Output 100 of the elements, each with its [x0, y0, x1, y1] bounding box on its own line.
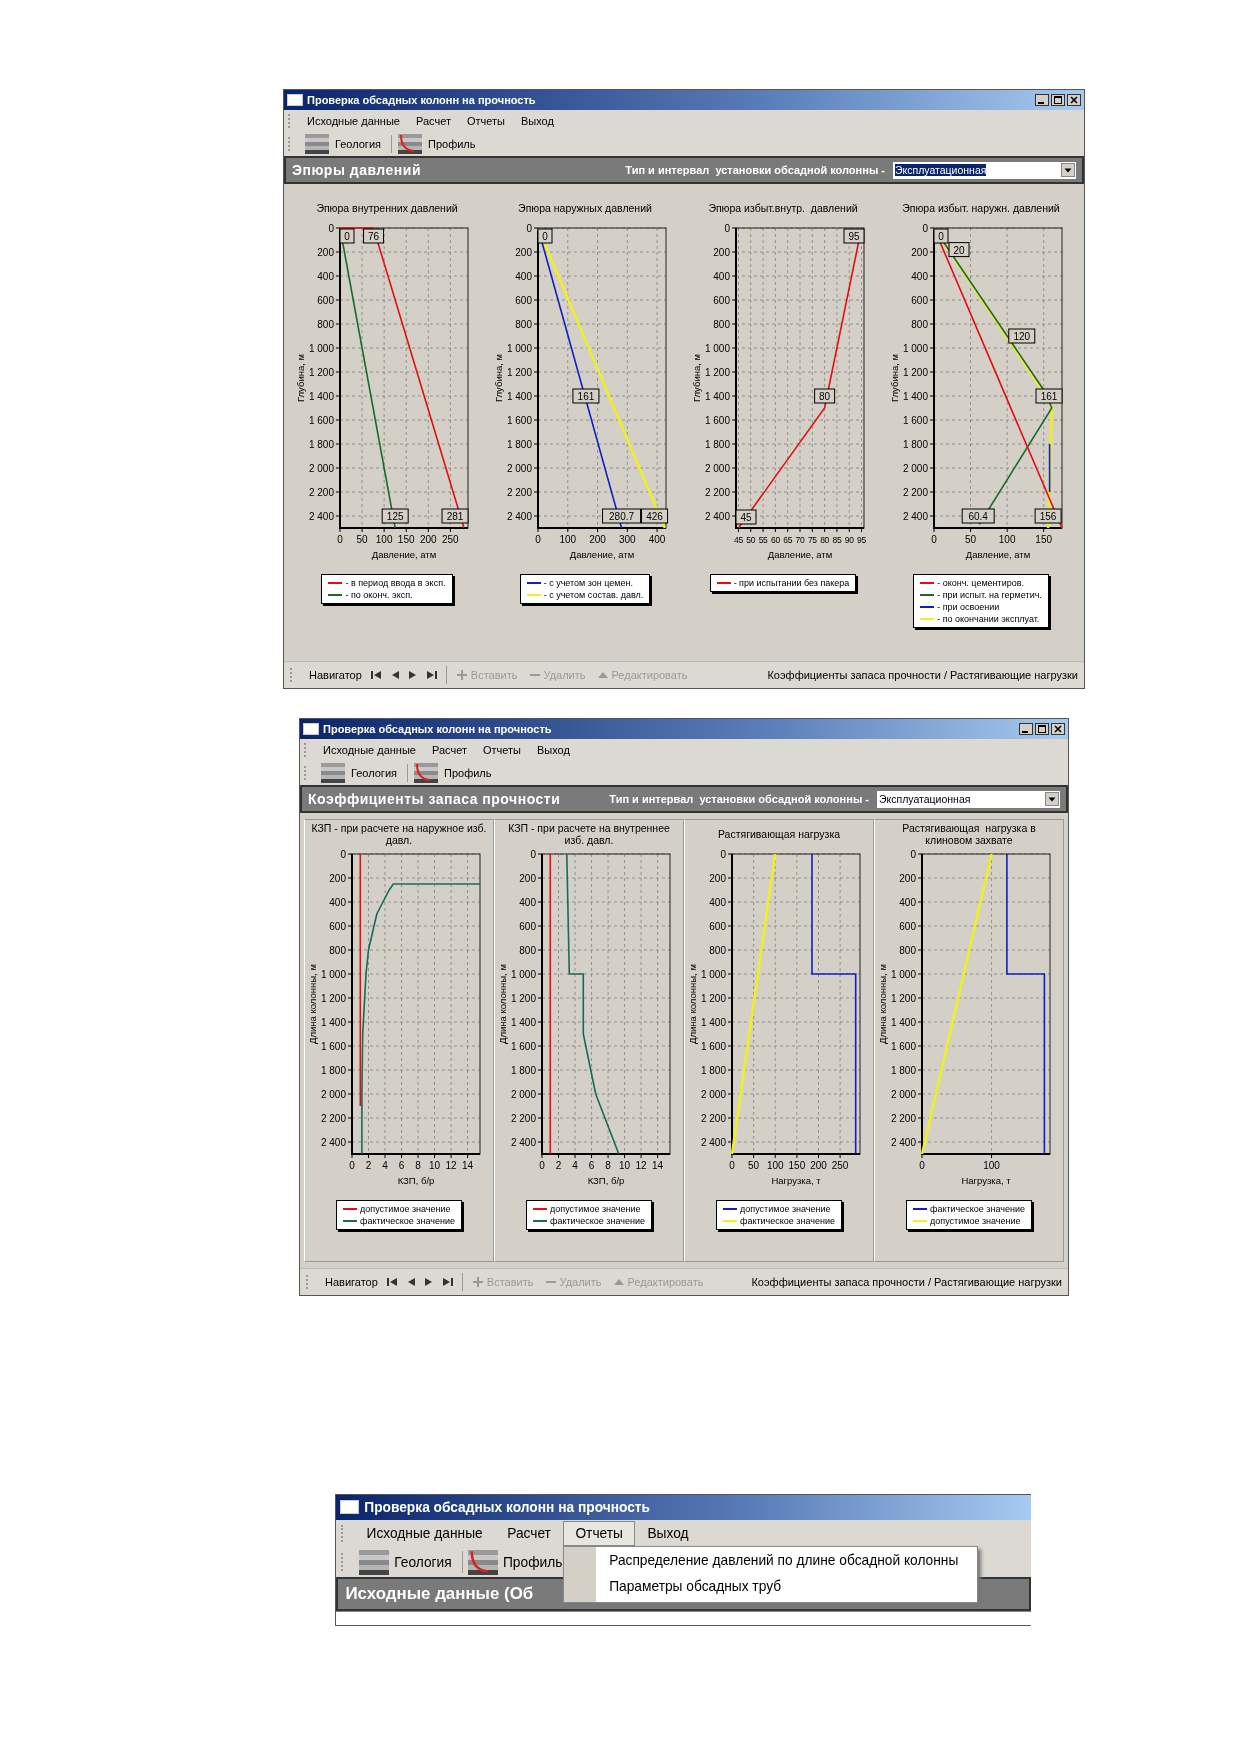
- tick-label: 6: [588, 1160, 595, 1171]
- section-title: Коэффициенты запаса прочности: [308, 791, 561, 807]
- tick-label: 1 200: [510, 992, 536, 1004]
- annotation: 0: [938, 231, 945, 242]
- tick-label: 14: [652, 1160, 664, 1171]
- tick-label: 1 200: [320, 992, 346, 1004]
- tick-label: 200: [911, 246, 928, 258]
- annotation: 120: [1013, 331, 1031, 342]
- tick-label: 2 000: [320, 1088, 346, 1100]
- axis-title: Нагрузка, т: [961, 1175, 1011, 1186]
- tick-label: 1 200: [506, 366, 532, 378]
- value-label: 0: [339, 228, 355, 244]
- tick-label: 600: [519, 920, 536, 932]
- tick-label: 1 000: [506, 342, 532, 354]
- tick-label: 1 600: [510, 1040, 536, 1052]
- tick-label: 2 200: [308, 486, 334, 498]
- tick-label: 2 000: [700, 1088, 726, 1100]
- tick-label: 1 400: [902, 390, 928, 402]
- axis-title: Глубина, м: [295, 353, 306, 403]
- axis-title: Нагрузка, т: [771, 1175, 821, 1186]
- axis-title: Глубина, м: [691, 353, 702, 403]
- tick-label: 0: [922, 222, 928, 234]
- tick-label: 1 400: [510, 1016, 536, 1028]
- value-label: 60.4: [961, 508, 995, 524]
- chart-title: КЗП - при расчете на наружное изб. давл.: [310, 821, 488, 848]
- tick-label: 1 800: [902, 438, 928, 450]
- tick-label: 14: [462, 1160, 474, 1171]
- tick-label: 400: [709, 896, 726, 908]
- tick-label: 2 200: [506, 486, 532, 498]
- tick-label: 1 200: [890, 992, 916, 1004]
- tick-label: 1 200: [902, 366, 928, 378]
- tick-label: 8: [605, 1160, 611, 1171]
- tick-label: 95: [857, 535, 866, 545]
- annotation: 280.7: [609, 511, 635, 522]
- tick-label: 800: [709, 944, 726, 956]
- tick-label: 400: [648, 534, 666, 545]
- tick-label: 150: [397, 534, 415, 545]
- field-label: Тип и интервал установки обсадной колонны -: [625, 164, 885, 176]
- annotation: 281: [446, 511, 464, 522]
- tick-label: 65: [783, 535, 793, 545]
- tick-label: 4: [382, 1160, 388, 1171]
- tick-label: 2 400: [704, 510, 730, 522]
- annotation: 60.4: [968, 511, 989, 522]
- legend-label: допустимое значение: [930, 1216, 1021, 1226]
- tick-label: 2 200: [700, 1112, 726, 1124]
- tick-label: 1 800: [510, 1064, 536, 1076]
- legend-label: фактическое значение: [740, 1216, 835, 1226]
- annotation: 76: [367, 231, 380, 242]
- tick-label: 200: [709, 872, 726, 884]
- tick-label: 2 000: [506, 462, 532, 474]
- axis-title: Глубина, м: [493, 353, 504, 403]
- tick-label: 0: [340, 848, 346, 860]
- navigator-label: Навигатор: [309, 669, 362, 681]
- tick-label: 2 200: [902, 486, 928, 498]
- value-label: 95: [843, 228, 865, 244]
- legend-label: фактическое значение: [550, 1216, 645, 1226]
- tick-label: 1 200: [700, 992, 726, 1004]
- tick-label: 1 800: [704, 438, 730, 450]
- tick-label: 1 600: [902, 414, 928, 426]
- annotation: 0: [542, 231, 549, 242]
- tick-label: 2 400: [700, 1136, 726, 1148]
- value-label: 281: [441, 508, 469, 524]
- tick-label: 1 000: [320, 968, 346, 980]
- tick-label: 800: [911, 318, 928, 330]
- tick-label: 1 000: [308, 342, 334, 354]
- chart-title: Эпюра наружных давлений: [517, 201, 653, 216]
- tick-label: 12: [635, 1160, 647, 1171]
- tick-label: 50: [748, 1160, 760, 1171]
- value-label: 80: [814, 388, 836, 404]
- value-label: 0: [537, 228, 553, 244]
- value-label: 20: [948, 242, 970, 258]
- tick-label: 400: [899, 896, 916, 908]
- tick-label: 0: [530, 848, 536, 860]
- tick-label: 200: [329, 872, 346, 884]
- tick-label: 200: [515, 246, 532, 258]
- value-label: 280.7: [602, 508, 642, 524]
- tick-label: 1 800: [308, 438, 334, 450]
- legend-label: - оконч. цементиров.: [937, 578, 1024, 588]
- legend-label: - при испыт. на герметич.: [937, 590, 1042, 600]
- tick-label: 600: [317, 294, 334, 306]
- value-label: 45: [735, 509, 757, 525]
- axis-title: Глубина, м: [889, 353, 900, 403]
- legend-label: - с учетом зон цемен.: [543, 578, 634, 588]
- annotation: 20: [953, 244, 965, 256]
- tick-label: 200: [899, 872, 916, 884]
- tick-label: 1 600: [700, 1040, 726, 1052]
- tick-label: 85: [832, 535, 842, 545]
- tick-label: 100: [998, 534, 1016, 545]
- tick-label: 1 000: [890, 968, 916, 980]
- tick-label: 800: [329, 944, 346, 956]
- chart-title: Эпюра избыт.внутр. давлений: [707, 201, 859, 216]
- tick-label: 0: [910, 848, 916, 860]
- tick-label: 0: [539, 1160, 545, 1171]
- tick-label: 1 600: [320, 1040, 346, 1052]
- tick-label: 2 400: [890, 1136, 916, 1148]
- tick-label: 0: [720, 848, 726, 860]
- tick-label: 1 200: [308, 366, 334, 378]
- tick-label: 0: [729, 1160, 735, 1171]
- tick-label: 0: [931, 534, 937, 545]
- window-title: Проверка обсадных колонн на прочность: [323, 723, 553, 735]
